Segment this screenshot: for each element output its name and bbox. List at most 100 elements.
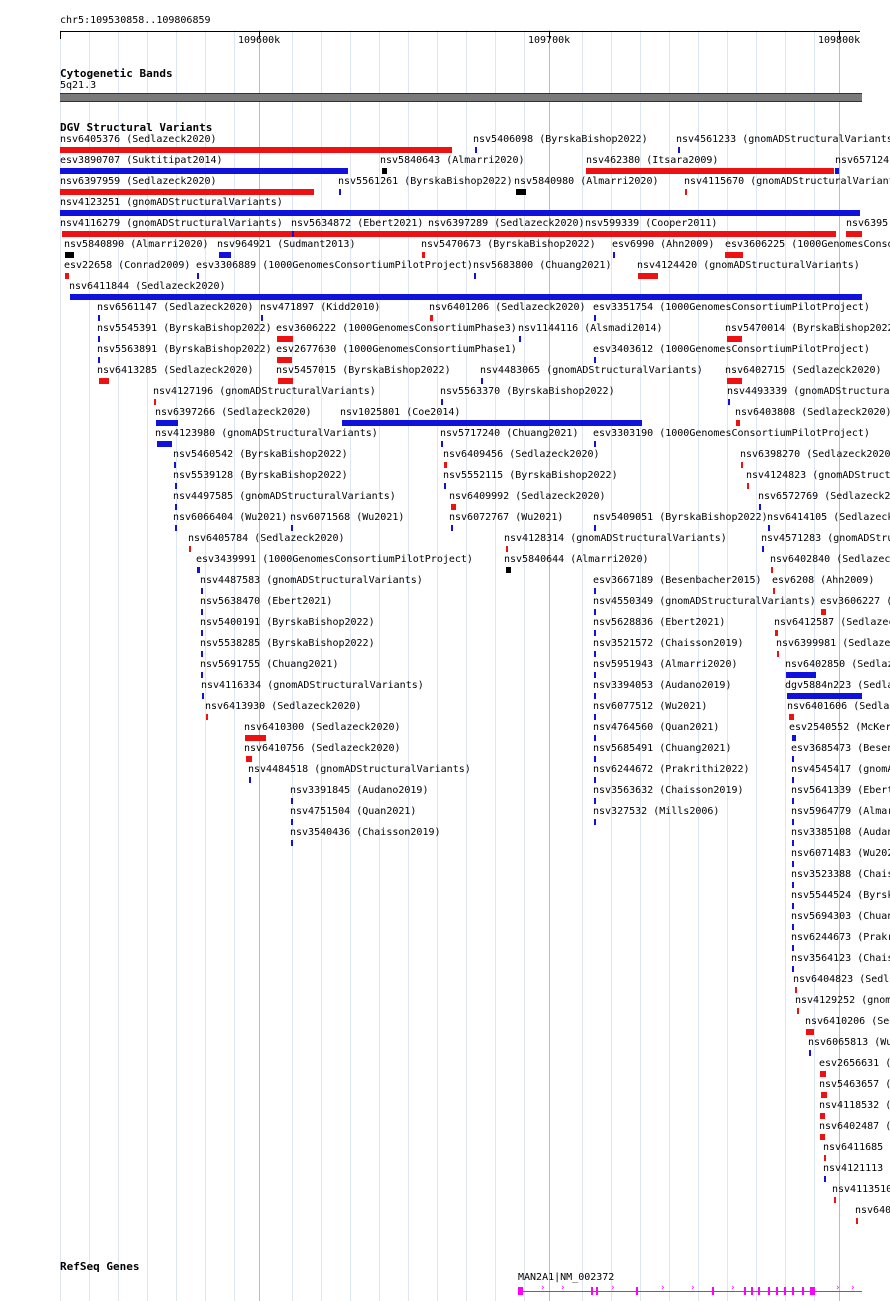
variant-label[interactable]: esv3685473 (Besenbacher2015) [791, 743, 890, 755]
variant-feature[interactable] [792, 777, 794, 783]
variant-feature[interactable] [792, 924, 794, 930]
variant-label[interactable]: nsv462380 (Itsara2009) [586, 155, 718, 167]
variant-feature[interactable] [291, 798, 293, 804]
variant-feature[interactable] [277, 336, 293, 342]
variant-label[interactable]: nsv5544524 (ByrskaBishop2022) [791, 890, 890, 902]
variant-label[interactable]: nsv471897 (Kidd2010) [260, 302, 380, 314]
variant-feature[interactable] [741, 462, 743, 468]
variant-feature[interactable] [157, 441, 172, 447]
variant-feature[interactable] [775, 630, 778, 636]
variant-feature[interactable] [824, 1176, 826, 1182]
variant-label[interactable]: nsv327532 (Mills2006) [593, 806, 719, 818]
variant-feature[interactable] [98, 336, 100, 342]
variant-feature[interactable] [594, 714, 596, 720]
variant-feature[interactable] [277, 357, 292, 363]
variant-feature[interactable] [246, 756, 252, 762]
variant-label[interactable]: nsv6402850 (Sedlazeck2020) [785, 659, 890, 671]
variant-feature[interactable] [821, 1092, 827, 1098]
variant-feature[interactable] [787, 693, 862, 699]
variant-feature[interactable] [249, 777, 251, 783]
variant-label[interactable]: nsv5840890 (Almarri2020) [64, 239, 209, 251]
genome-browser-view[interactable]: chr5:109530858..109806859 109600k 109700… [0, 0, 890, 1301]
variant-label[interactable]: nsv6561147 (Sedlazeck2020) [97, 302, 254, 314]
variant-label[interactable]: nsv6244673 (Prakrithi2022) [791, 932, 890, 944]
variant-feature[interactable] [594, 630, 596, 636]
variant-feature[interactable] [197, 567, 200, 573]
variant-feature[interactable] [586, 231, 834, 237]
variant-label[interactable]: nsv3523388 (Chaisson2019) [791, 869, 890, 881]
variant-label[interactable]: esv2656631 (1000GenomesConsortiumPhase1) [819, 1058, 890, 1070]
cyto-band[interactable] [60, 93, 862, 102]
variant-feature[interactable] [174, 462, 176, 468]
variant-label[interactable]: esv3351754 (1000GenomesConsortiumPilotPr… [593, 302, 870, 314]
variant-feature[interactable] [516, 189, 526, 195]
variant-feature[interactable] [261, 315, 263, 321]
variant-label[interactable]: nsv6406 [855, 1205, 890, 1217]
variant-label[interactable]: nsv6412587 (Sedlazeck2020) [774, 617, 890, 629]
variant-label[interactable]: nsv6077512 (Wu2021) [593, 701, 707, 713]
variant-feature[interactable] [727, 378, 742, 384]
gene-exon[interactable] [758, 1287, 760, 1295]
variant-feature[interactable] [594, 756, 596, 762]
variant-label[interactable]: nsv5634872 (Ebert2021) [291, 218, 423, 230]
variant-label[interactable]: esv3606227 (1000GenomesConsortiumPhase3) [820, 596, 890, 608]
variant-feature[interactable] [594, 777, 596, 783]
gene-exon[interactable] [751, 1287, 753, 1295]
variant-label[interactable]: nsv3540436 (Chaisson2019) [290, 827, 441, 839]
variant-feature[interactable] [292, 231, 294, 237]
variant-feature[interactable] [856, 1218, 858, 1224]
variant-label[interactable]: nsv4116334 (gnomADStructuralVariants) [201, 680, 424, 692]
variant-label[interactable]: nsv5460542 (ByrskaBishop2022) [173, 449, 348, 461]
variant-label[interactable]: esv3890707 (Suktitipat2014) [60, 155, 223, 167]
variant-label[interactable]: nsv5561261 (ByrskaBishop2022) [338, 176, 513, 188]
variant-feature[interactable] [834, 1197, 836, 1203]
gene-exon[interactable] [712, 1287, 714, 1295]
variant-label[interactable]: nsv1025801 (Coe2014) [340, 407, 460, 419]
variant-label[interactable]: nsv5641339 (Ebert2021) [791, 785, 890, 797]
variant-feature[interactable] [444, 483, 446, 489]
variant-label[interactable]: nsv4116279 (gnomADStructuralVariants) [60, 218, 283, 230]
variant-label[interactable]: nsv5470673 (ByrskaBishop2022) [421, 239, 596, 251]
variant-feature[interactable] [219, 252, 231, 258]
gene-exon[interactable] [810, 1287, 815, 1295]
variant-label[interactable]: nsv6410206 (Sedlazeck2020) [805, 1016, 890, 1028]
variant-feature[interactable] [792, 903, 794, 909]
variant-label[interactable]: nsv3391845 (Audano2019) [290, 785, 428, 797]
variant-feature[interactable] [206, 714, 208, 720]
variant-label[interactable]: nsv5463657 (ByrskaBishop2022) [819, 1079, 890, 1091]
variant-feature[interactable] [175, 504, 177, 510]
variant-label[interactable]: nsv5538285 (ByrskaBishop2022) [200, 638, 375, 650]
variant-label[interactable]: dgv5884n223 (Sedlazeck2020) [785, 680, 890, 692]
variant-feature[interactable] [422, 252, 425, 258]
variant-label[interactable]: nsv4561233 (gnomADStructuralVariants) [676, 134, 890, 146]
variant-label[interactable]: esv3606225 (1000GenomesConsortiumPhase3) [725, 239, 890, 251]
variant-feature[interactable] [60, 210, 860, 216]
variant-feature[interactable] [594, 441, 596, 447]
variant-label[interactable]: nsv6413285 (Sedlazeck2020) [97, 365, 254, 377]
variant-label[interactable]: nsv5717240 (Chuang2021) [440, 428, 578, 440]
variant-label[interactable]: nsv4123251 (gnomADStructuralVariants) [60, 197, 283, 209]
variant-label[interactable]: esv3306889 (1000GenomesConsortiumPilotPr… [196, 260, 473, 272]
gene-exon[interactable] [792, 1287, 794, 1295]
variant-feature[interactable] [278, 378, 293, 384]
cyto-track-title[interactable]: Cytogenetic Bands [60, 67, 173, 80]
variant-label[interactable]: nsv4764560 (Quan2021) [593, 722, 719, 734]
variant-label[interactable]: nsv5552115 (ByrskaBishop2022) [443, 470, 618, 482]
variant-feature[interactable] [202, 693, 204, 699]
variant-feature[interactable] [792, 966, 794, 972]
variant-label[interactable]: esv3403612 (1000GenomesConsortiumPilotPr… [593, 344, 870, 356]
variant-feature[interactable] [444, 462, 447, 468]
variant-label[interactable]: nsv5951943 (Almarri2020) [593, 659, 738, 671]
variant-feature[interactable] [792, 840, 794, 846]
variant-label[interactable]: nsv3563632 (Chaisson2019) [593, 785, 744, 797]
variant-label[interactable]: nsv4121113 (gnomADStructuralVariants) [823, 1163, 890, 1175]
variant-label[interactable]: esv3303190 (1000GenomesConsortiumPilotPr… [593, 428, 870, 440]
variant-label[interactable]: nsv657124 [835, 155, 889, 167]
variant-feature[interactable] [594, 525, 596, 531]
variant-label[interactable]: nsv599339 (Cooper2011) [585, 218, 717, 230]
variant-label[interactable]: nsv4751504 (Quan2021) [290, 806, 416, 818]
variant-feature[interactable] [820, 1134, 825, 1140]
variant-feature[interactable] [792, 861, 794, 867]
variant-label[interactable]: nsv4118532 (gnomADStructuralVariants) [819, 1100, 890, 1112]
variant-feature[interactable] [821, 609, 826, 615]
